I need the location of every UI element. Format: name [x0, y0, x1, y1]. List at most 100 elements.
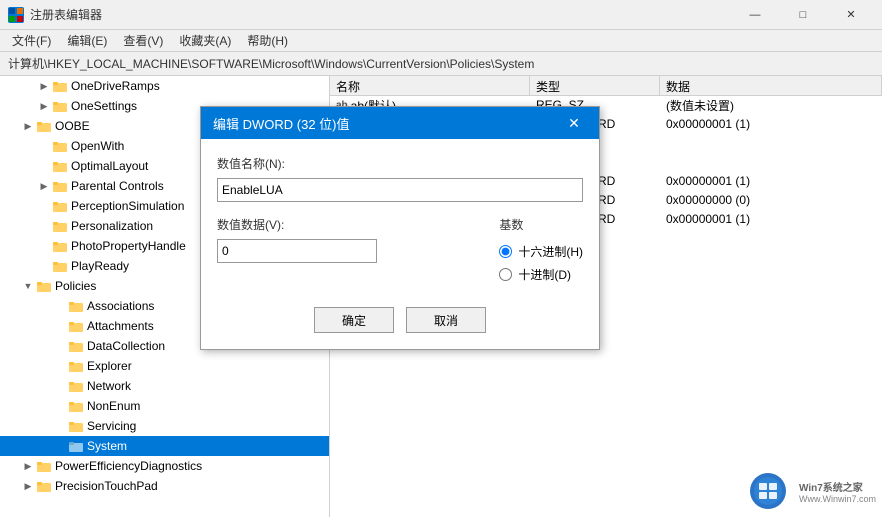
tree-label-nonenum: NonEnum [87, 399, 140, 413]
dialog-value-data-label: 数值数据(V): [217, 216, 483, 233]
tree-label-precisiontouchpad: PrecisionTouchPad [55, 479, 158, 493]
tree-label-network: Network [87, 379, 131, 393]
dialog-cancel-button[interactable]: 取消 [406, 307, 486, 333]
folder-icon-playready [52, 258, 68, 274]
folder-icon-system [68, 438, 84, 454]
app-icon [8, 7, 24, 23]
tree-label-personalization: Personalization [71, 219, 153, 233]
tree-label-parental: Parental Controls [71, 179, 164, 193]
tree-label-perception: PerceptionSimulation [71, 199, 184, 213]
folder-icon-photo [52, 238, 68, 254]
tree-item-powerefficiency[interactable]: ▶ PowerEfficiencyDiagnostics [0, 456, 329, 476]
dialog-title-text: 编辑 DWORD (32 位)值 [213, 114, 561, 133]
folder-icon-optimallayout [52, 158, 68, 174]
expand-icon-powerefficiency: ▶ [20, 458, 36, 474]
radio-dec-label[interactable]: 十进制(D) [499, 266, 583, 283]
dialog-dword: 编辑 DWORD (32 位)值 ✕ 数值名称(N): 数值数据(V): 基数 [200, 106, 600, 350]
expand-icon-parental: ▶ [36, 178, 52, 194]
tree-label-openwith: OpenWith [71, 139, 124, 153]
expand-icon-associations: ▶ [52, 298, 68, 314]
expand-icon-optimallayout: ▶ [36, 158, 52, 174]
radio-dec-input[interactable] [499, 268, 512, 281]
expand-icon-datacollection: ▶ [52, 338, 68, 354]
tree-label-datacollection: DataCollection [87, 339, 165, 353]
tree-label-servicing: Servicing [87, 419, 136, 433]
tree-label-onedriveramps: OneDriveRamps [71, 79, 160, 93]
tree-label-optimallayout: OptimalLayout [71, 159, 148, 173]
watermark-text-block: Win7系统之家 Www.Winwin7.com [799, 479, 876, 504]
folder-icon-parental [52, 178, 68, 194]
folder-icon-precisiontouchpad [36, 478, 52, 494]
tree-item-network[interactable]: ▶ Network [0, 376, 329, 396]
radio-dec-text: 十进制(D) [518, 266, 571, 283]
folder-icon-personalization [52, 218, 68, 234]
dialog-body: 数值名称(N): 数值数据(V): 基数 十六进制(H) [201, 139, 599, 349]
expand-icon-policies: ▼ [20, 278, 36, 294]
folder-icon-openwith [52, 138, 68, 154]
address-bar: 计算机\HKEY_LOCAL_MACHINE\SOFTWARE\Microsof… [0, 52, 882, 76]
folder-icon-explorer [68, 358, 84, 374]
expand-icon-system: ▶ [52, 438, 68, 454]
dialog-value-data-input[interactable] [217, 239, 377, 263]
folder-icon-nonenum [68, 398, 84, 414]
dialog-title-bar: 编辑 DWORD (32 位)值 ✕ [201, 107, 599, 139]
expand-icon-onedriveramps: ▶ [36, 78, 52, 94]
list-cell-data-scforceoption: 0x00000000 (0) [660, 193, 882, 207]
expand-icon-oobe: ▶ [20, 118, 36, 134]
menu-favorites[interactable]: 收藏夹(A) [171, 30, 239, 51]
folder-icon-onedriveramps [52, 78, 68, 94]
tree-item-servicing[interactable]: ▶ Servicing [0, 416, 329, 436]
tree-label-explorer: Explorer [87, 359, 132, 373]
radio-hex-text: 十六进制(H) [518, 243, 583, 260]
tree-label-attachments: Attachments [87, 319, 154, 333]
dialog-ok-button[interactable]: 确定 [314, 307, 394, 333]
expand-icon-playready: ▶ [36, 258, 52, 274]
list-cell-data-promptonsecu: 0x00000001 (1) [660, 174, 882, 188]
folder-icon-datacollection [68, 338, 84, 354]
tree-item-precisiontouchpad[interactable]: ▶ PrecisionTouchPad [0, 476, 329, 496]
expand-icon-precisiontouchpad: ▶ [20, 478, 36, 494]
radio-hex-input[interactable] [499, 245, 512, 258]
tree-item-onedriveramps[interactable]: ▶ OneDriveRamps [0, 76, 329, 96]
menu-bar: 文件(F) 编辑(E) 查看(V) 收藏夹(A) 帮助(H) [0, 30, 882, 52]
expand-icon-photo: ▶ [36, 238, 52, 254]
dialog-value-section: 数值数据(V): [217, 216, 483, 283]
expand-icon-attachments: ▶ [52, 318, 68, 334]
dialog-buttons: 确定 取消 [217, 299, 583, 333]
dialog-radio-section: 基数 十六进制(H) 十进制(D) [499, 216, 583, 283]
tree-label-powerefficiency: PowerEfficiencyDiagnostics [55, 459, 202, 473]
main-content: ▶ OneDriveRamps ▶ OneSettings ▶ OOBE [0, 76, 882, 517]
folder-icon-perception [52, 198, 68, 214]
col-header-type: 类型 [530, 76, 660, 95]
tree-item-nonenum[interactable]: ▶ NonEnum [0, 396, 329, 416]
menu-edit[interactable]: 编辑(E) [59, 30, 115, 51]
expand-icon-nonenum: ▶ [52, 398, 68, 414]
tree-label-associations: Associations [87, 299, 154, 313]
list-cell-data-shutdownwitho: 0x00000001 (1) [660, 212, 882, 226]
dialog-value-name-input[interactable] [217, 178, 583, 202]
tree-label-oobe: OOBE [55, 119, 90, 133]
maximize-button[interactable]: □ [780, 0, 826, 30]
list-cell-data-filteradm: 0x00000001 (1) [660, 117, 882, 131]
tree-label-system: System [87, 439, 127, 453]
dialog-close-button[interactable]: ✕ [561, 110, 587, 136]
expand-icon-explorer: ▶ [52, 358, 68, 374]
tree-item-system[interactable]: ▶ System [0, 436, 329, 456]
menu-view[interactable]: 查看(V) [115, 30, 171, 51]
menu-help[interactable]: 帮助(H) [239, 30, 296, 51]
dialog-data-row: 数值数据(V): 基数 十六进制(H) 十进制(D) [217, 216, 583, 283]
folder-icon-servicing [68, 418, 84, 434]
minimize-button[interactable]: — [732, 0, 778, 30]
expand-icon-network: ▶ [52, 378, 68, 394]
tree-item-explorer[interactable]: ▶ Explorer [0, 356, 329, 376]
folder-icon-oobe [36, 118, 52, 134]
expand-icon-perception: ▶ [36, 198, 52, 214]
dialog-value-name-label: 数值名称(N): [217, 155, 583, 172]
folder-icon-policies [36, 278, 52, 294]
address-path: 计算机\HKEY_LOCAL_MACHINE\SOFTWARE\Microsof… [8, 55, 534, 72]
menu-file[interactable]: 文件(F) [4, 30, 59, 51]
col-header-name: 名称 [330, 76, 530, 95]
close-button[interactable]: ✕ [828, 0, 874, 30]
radio-hex-label[interactable]: 十六进制(H) [499, 243, 583, 260]
folder-icon-attachments [68, 318, 84, 334]
